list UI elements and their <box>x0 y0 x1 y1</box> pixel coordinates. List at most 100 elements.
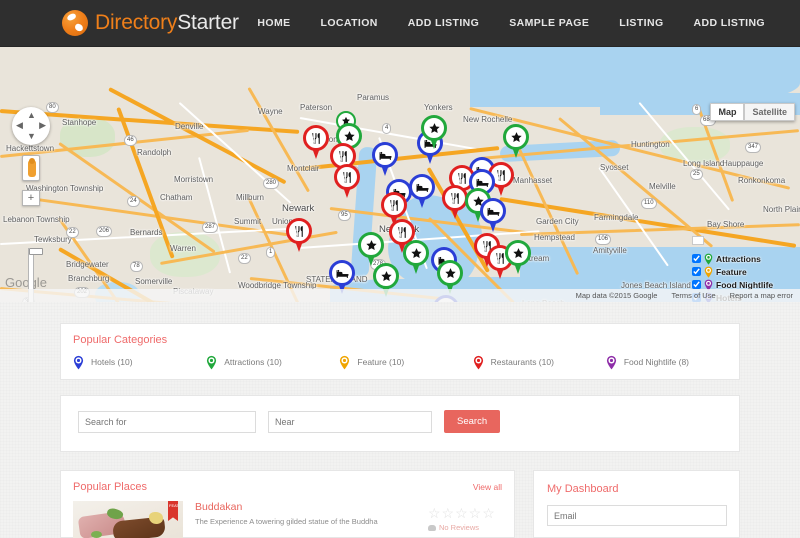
logo-text-part1: Directory <box>95 11 178 34</box>
map-marker-attraction[interactable] <box>503 124 529 158</box>
map-marker-restaurant[interactable] <box>303 125 329 159</box>
map-label: Montclair <box>287 164 320 173</box>
map-terms-link[interactable]: Terms of Use <box>664 291 722 300</box>
map-marker-attraction[interactable] <box>421 115 447 149</box>
nav-item-add-listing[interactable]: ADD LISTING <box>393 17 494 29</box>
view-all-link[interactable]: View all <box>473 482 502 492</box>
nav-item-add-listing-2[interactable]: ADD LISTING <box>679 17 780 29</box>
dashboard-card: My Dashboard <box>533 470 740 538</box>
legend-title-input[interactable] <box>692 235 704 245</box>
marker-head <box>373 263 399 289</box>
page-root: DirectoryStarter HOME LOCATION ADD LISTI… <box>0 0 800 538</box>
email-field[interactable] <box>547 505 727 526</box>
nav-item-sample-page[interactable]: SAMPLE PAGE <box>494 17 604 29</box>
main-navigation: HOME LOCATION ADD LISTING SAMPLE PAGE LI… <box>242 17 780 29</box>
category-item-food-nightlife[interactable]: Food Nightlife (8) <box>606 355 739 370</box>
map-label: Morristown <box>174 175 214 184</box>
nav-item-home[interactable]: HOME <box>242 17 305 29</box>
legend-checkbox[interactable] <box>692 254 701 263</box>
map-canvas[interactable]: Hackettstown Stanhope Denville Wayne Paterso… <box>0 47 800 302</box>
map-route-shield: 46 <box>124 135 137 146</box>
legend-item-attractions[interactable]: Attractions <box>692 253 795 265</box>
category-item-label[interactable]: Food Nightlife (8) <box>624 357 689 367</box>
map-label: Ronkonkoma <box>738 176 786 185</box>
search-near-input[interactable] <box>268 410 432 433</box>
category-item-label[interactable]: Restaurants (10) <box>491 357 554 367</box>
map-label: Paramus <box>357 93 390 102</box>
pan-up-icon[interactable]: ▲ <box>27 111 36 120</box>
map-pan-control[interactable]: ▲ ▼ ◀ ▶ <box>12 107 50 145</box>
map-report-link[interactable]: Report a map error <box>723 291 800 300</box>
map-marker-attraction[interactable] <box>358 232 384 266</box>
map-container[interactable]: Hackettstown Stanhope Denville Wayne Paterso… <box>0 47 800 302</box>
marker-head <box>503 124 529 150</box>
nav-item-location[interactable]: LOCATION <box>306 17 393 29</box>
category-item-label[interactable]: Feature (10) <box>357 357 404 367</box>
featured-ribbon-badge: FEAT <box>168 501 178 521</box>
legend-checkbox[interactable] <box>692 267 701 276</box>
map-route-shield: 78 <box>130 261 143 272</box>
category-item-attractions[interactable]: Attractions (10) <box>206 355 339 370</box>
category-item-feature[interactable]: Feature (10) <box>339 355 472 370</box>
marker-head <box>358 232 384 258</box>
map-route-shield: 24 <box>127 196 140 207</box>
legend-checkbox[interactable] <box>692 280 701 289</box>
marker-head <box>303 125 329 151</box>
map-type-satellite-button[interactable]: Satellite <box>744 103 795 121</box>
marker-head <box>381 192 407 218</box>
search-button[interactable]: Search <box>444 410 501 433</box>
map-type-map-button[interactable]: Map <box>710 103 745 121</box>
marker-head <box>286 218 312 244</box>
map-marker-hotel[interactable] <box>409 174 435 208</box>
map-label: Huntington <box>631 140 670 149</box>
nav-item-listing[interactable]: LISTING <box>604 17 678 29</box>
pan-left-icon[interactable]: ◀ <box>16 121 23 130</box>
map-attribution-bar: Map data ©2015 Google Terms of Use Repor… <box>0 289 800 302</box>
place-list-item[interactable]: FEAT Buddakan The Experience A towering … <box>61 493 514 538</box>
map-type-control[interactable]: Map Satellite <box>710 103 795 121</box>
category-item-hotels[interactable]: Hotels (10) <box>73 355 206 370</box>
map-marker-restaurant[interactable] <box>286 218 312 252</box>
place-thumbnail[interactable]: FEAT <box>73 501 183 538</box>
map-route-shield: 25 <box>690 169 703 180</box>
map-marker-hotel[interactable] <box>480 198 506 232</box>
attraction-pin-icon <box>206 355 219 370</box>
street-view-pegman-icon[interactable] <box>22 155 40 181</box>
category-item-restaurants[interactable]: Restaurants (10) <box>473 355 606 370</box>
zoom-slider-thumb[interactable] <box>29 248 43 255</box>
map-marker-attraction[interactable] <box>403 240 429 274</box>
legend-item-label: Feature <box>716 266 747 277</box>
pan-right-icon[interactable]: ▶ <box>39 121 46 130</box>
dashboard-title: My Dashboard <box>547 483 619 495</box>
category-item-label[interactable]: Hotels (10) <box>91 357 133 367</box>
map-marker-attraction[interactable] <box>505 240 531 274</box>
popular-places-card: Popular Places View all FEAT Buddakan Th… <box>60 470 515 538</box>
star-rating-icon[interactable]: ☆☆☆☆☆ <box>428 505 514 521</box>
map-label: Millburn <box>236 193 265 202</box>
site-header: DirectoryStarter HOME LOCATION ADD LISTI… <box>0 0 800 47</box>
place-name[interactable]: Buddakan <box>195 501 428 513</box>
map-label: Farmingdale <box>594 213 639 222</box>
popular-places-title: Popular Places <box>73 481 147 493</box>
map-label: Hempstead <box>534 233 575 242</box>
map-route-shield: 206 <box>96 226 113 237</box>
map-route-shield: 22 <box>66 227 79 238</box>
map-label: Bernards <box>130 228 163 237</box>
feature-pin-icon <box>704 266 715 278</box>
review-count-label: No Reviews <box>439 523 480 532</box>
site-logo[interactable]: DirectoryStarter <box>62 10 239 36</box>
map-route-shield: 6 <box>692 104 702 115</box>
map-marker-restaurant[interactable] <box>334 164 360 198</box>
legend-item-feature[interactable]: Feature <box>692 266 795 278</box>
search-for-input[interactable] <box>78 410 256 433</box>
map-marker-hotel[interactable] <box>372 142 398 176</box>
map-route-shield: 4 <box>382 123 392 134</box>
zoom-in-button[interactable]: + <box>22 190 40 206</box>
feature-pin-icon <box>339 355 352 370</box>
map-label: Paterson <box>300 103 333 112</box>
pan-down-icon[interactable]: ▼ <box>27 132 36 141</box>
map-zoom-control[interactable]: + − <box>22 190 43 302</box>
search-card: Search <box>60 395 740 452</box>
map-route-shield: 1 <box>266 247 276 258</box>
category-item-label[interactable]: Attractions (10) <box>224 357 282 367</box>
